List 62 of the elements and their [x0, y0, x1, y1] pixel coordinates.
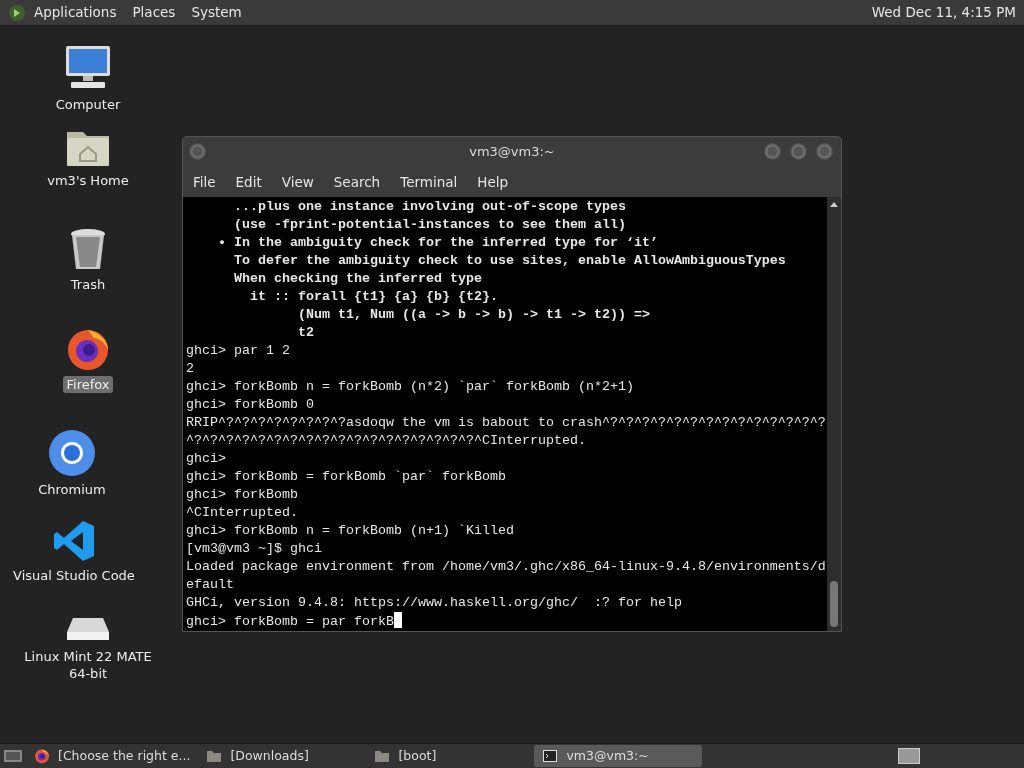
terminal-line: ghci> forkBomb n = forkBomb (n*2) `par` forkBomb (n*2+1) — [186, 379, 634, 394]
terminal-line: efault — [186, 577, 234, 592]
firefox-icon[interactable] — [34, 748, 50, 764]
terminal-line: ghci> forkBomb = forkBomb `par` forkBomb — [186, 469, 506, 484]
panel-menu[interactable]: Places — [132, 2, 176, 23]
folder-icon[interactable] — [374, 749, 391, 763]
menu-item[interactable]: View — [271, 171, 324, 193]
scrollbar-thumb[interactable] — [830, 581, 838, 627]
logo-icon[interactable] — [8, 3, 26, 22]
terminal-line: ghci> — [186, 451, 226, 466]
show-desktop-icon[interactable] — [4, 749, 22, 763]
terminal-line: ^CInterrupted. — [186, 505, 298, 520]
terminal-line: ...plus one instance involving out-of-scope types — [233, 199, 626, 214]
folder-icon[interactable] — [206, 749, 223, 763]
minimize-button[interactable] — [764, 143, 781, 160]
terminal-line: To defer the ambiguity check to use sites, enable AllowAmbiguousTypes — [233, 253, 786, 268]
terminal-line: 2 — [186, 361, 194, 376]
terminal-line: ghci> par 1 2 — [186, 343, 290, 358]
window-menu-button[interactable] — [189, 143, 206, 160]
menu-item[interactable]: Edit — [225, 171, 272, 193]
chromium-icon[interactable] — [48, 429, 96, 477]
terminal-line: • In the ambiguity check for the inferred type for ‘it’ — [217, 235, 658, 250]
taskbar-button[interactable]: [boot] — [366, 745, 535, 767]
terminal-line: ghci> forkBomb = par forkB — [186, 614, 394, 629]
trash-icon[interactable] — [68, 228, 108, 272]
maximize-button[interactable] — [790, 143, 807, 160]
terminal-line: (use -fprint-potential-instances to see them all) — [233, 217, 626, 232]
clock: Wed Dec 11, 4:15 PM — [871, 3, 1016, 23]
terminal-line: When checking the inferred type — [233, 271, 482, 286]
terminal-line: ghci> forkBomb n = forkBomb (n+1) `Killed — [186, 523, 514, 538]
vscode-icon[interactable] — [52, 519, 96, 563]
taskbar-button[interactable]: [Choose the right e... — [26, 745, 199, 767]
icon-label[interactable]: Linux Mint 22 MATE 64-bit — [13, 648, 163, 682]
terminal-line: t2 — [296, 325, 314, 340]
icon-label[interactable]: Computer — [52, 96, 124, 113]
icon-label[interactable]: vm3's Home — [44, 172, 132, 189]
icon-label[interactable]: Trash — [67, 276, 109, 293]
terminal-line: (Num t1, Num ((a -> b -> b) -> t1 -> t2)) => — [296, 307, 650, 322]
terminal-line: Loaded package environment from /home/vm3/.ghc/x86_64-linux-9.4.8/environments/d — [186, 559, 826, 574]
terminal-line: it :: forall {t1} {a} {b} {t2}. — [249, 289, 498, 304]
icon-label[interactable]: Chromium — [35, 481, 109, 498]
menu-item[interactable]: File — [183, 171, 226, 193]
taskbar-button[interactable]: [Downloads] — [198, 745, 367, 767]
terminal-line: RRIP^?^?^?^?^?^?^?^?asdoqw the vm is babout to crash^?^?^?^?^?^?^?^?^?^?^?^?^?^? — [186, 415, 826, 430]
terminal-line: GHCi, version 9.4.8: https://www.haskell.org/ghc/ :? for help — [186, 595, 682, 610]
terminal-line: [vm3@vm3 ~]$ ghci — [186, 541, 322, 556]
terminal-icon[interactable] — [542, 749, 559, 763]
icon-label[interactable]: Visual Studio Code — [10, 567, 138, 584]
menu-item[interactable]: Search — [323, 171, 391, 193]
scrollbar[interactable] — [827, 197, 841, 631]
menu-item[interactable]: Terminal — [390, 171, 468, 193]
terminal-line: ghci> forkBomb — [186, 487, 298, 502]
icon-label[interactable]: Firefox — [63, 376, 113, 393]
close-button[interactable] — [816, 143, 833, 160]
menu-item[interactable]: Help — [467, 171, 519, 193]
terminal-line: ^?^?^?^?^?^?^?^?^?^?^?^?^?^?^?^?^?^?^CInterrupted. — [186, 433, 586, 448]
terminal-line: ghci> forkBomb 0 — [186, 397, 314, 412]
panel-menu[interactable]: System — [191, 2, 242, 23]
taskbar-button[interactable]: vm3@vm3:~ — [534, 745, 703, 767]
panel-menu[interactable]: Applications — [34, 2, 117, 23]
window-title: vm3@vm3:~ — [469, 143, 555, 162]
scroll-up-icon[interactable] — [830, 202, 838, 207]
